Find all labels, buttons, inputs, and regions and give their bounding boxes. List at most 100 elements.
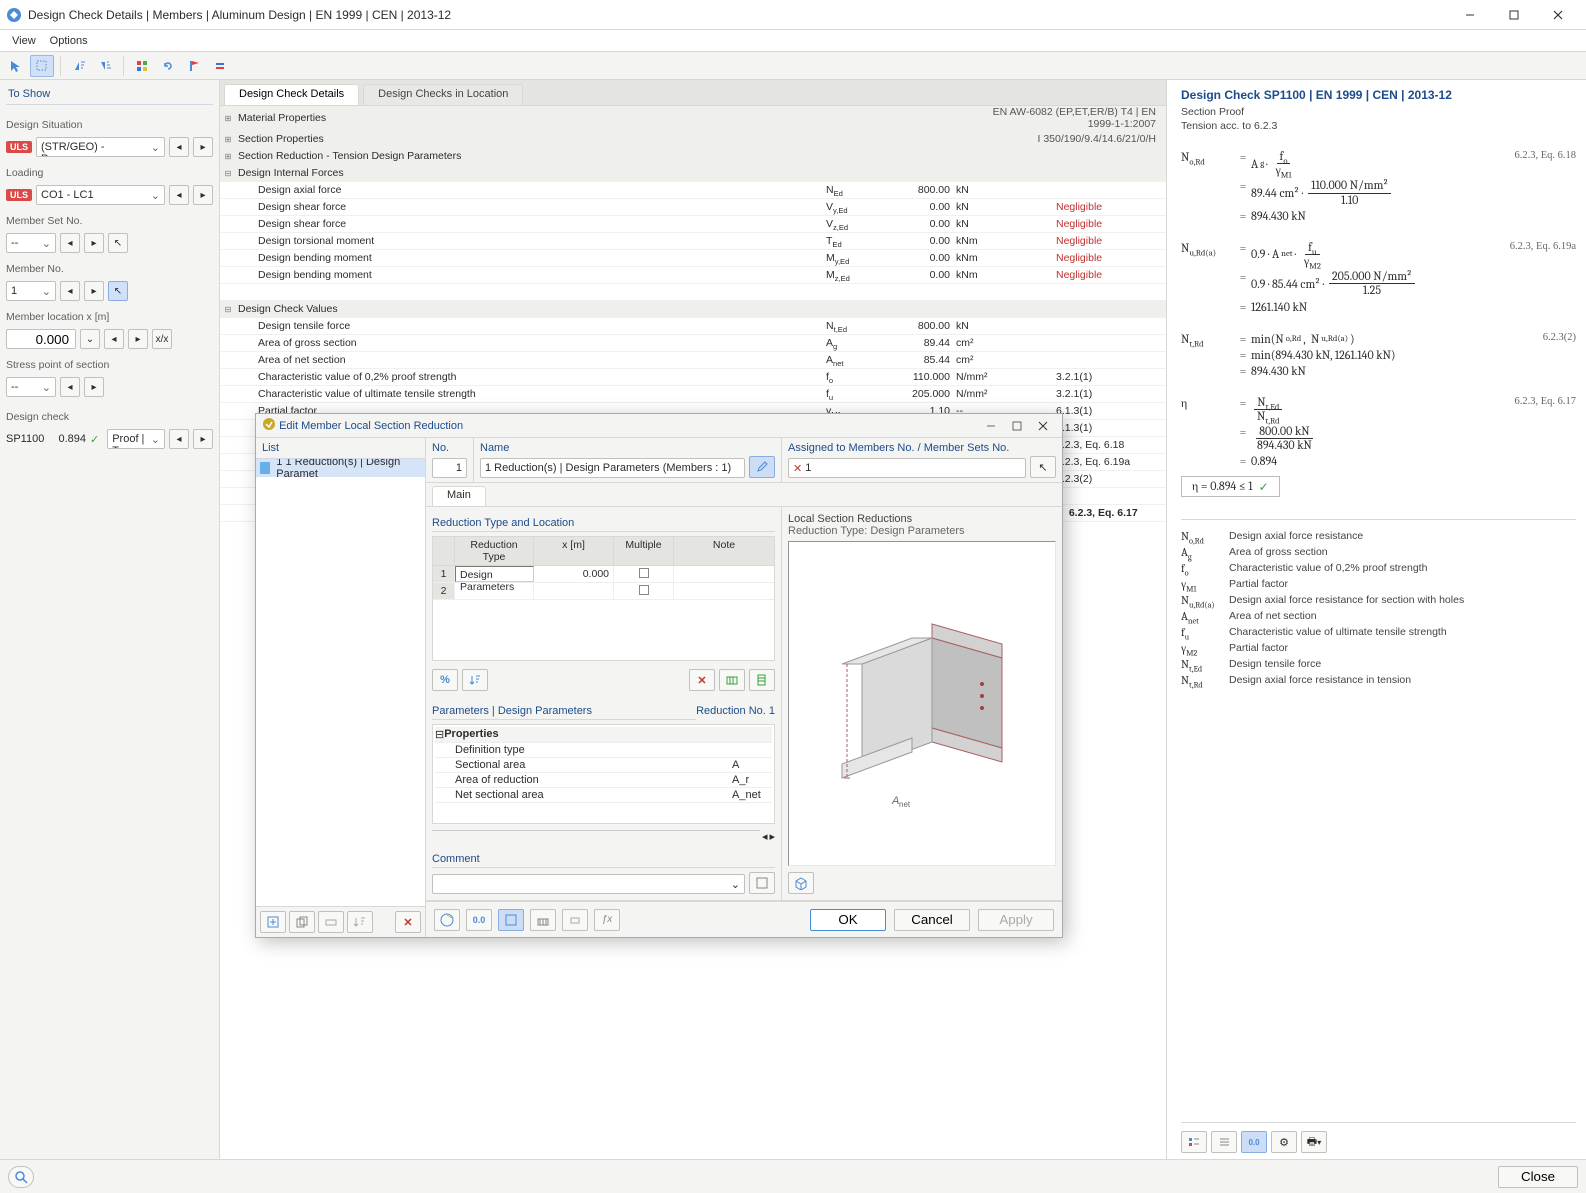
tab-design-check-details[interactable]: Design Check Details bbox=[224, 84, 359, 105]
tool-settings-icon[interactable] bbox=[208, 55, 232, 77]
prev-dc-button[interactable]: ◂ bbox=[169, 429, 189, 449]
rt-settings-button[interactable]: ⚙ bbox=[1271, 1131, 1297, 1153]
modal-maximize-button[interactable] bbox=[1004, 416, 1030, 436]
prev-loading-button[interactable]: ◂ bbox=[169, 185, 189, 205]
member-set-combo[interactable]: -- ⌄ bbox=[6, 233, 56, 253]
help-button[interactable] bbox=[434, 909, 460, 931]
rt-legend-button[interactable] bbox=[1181, 1131, 1207, 1153]
edit-name-button[interactable] bbox=[749, 456, 775, 478]
next-ds-button[interactable]: ▸ bbox=[193, 137, 213, 157]
prev-loc-button[interactable]: ◂ bbox=[104, 329, 124, 349]
tool-sort-asc-icon[interactable] bbox=[67, 55, 91, 77]
param-row[interactable]: Area of reductionA_r bbox=[435, 773, 772, 788]
comment-edit-button[interactable] bbox=[749, 872, 775, 894]
close-button[interactable] bbox=[1536, 0, 1580, 30]
checkbox-icon[interactable] bbox=[639, 568, 649, 578]
scroll-left-icon[interactable]: ◂ bbox=[762, 830, 768, 843]
no-field[interactable]: 1 bbox=[432, 458, 467, 478]
collapse-icon[interactable]: ⊟ bbox=[220, 169, 236, 178]
help-search-button[interactable] bbox=[8, 1166, 34, 1188]
modal-tab-main[interactable]: Main bbox=[432, 486, 486, 506]
order-item-button[interactable] bbox=[347, 911, 373, 933]
loc-marker-button[interactable]: x/x bbox=[152, 329, 172, 349]
units-button[interactable]: 0.0 bbox=[466, 909, 492, 931]
delete-item-button[interactable]: ✕ bbox=[395, 911, 421, 933]
collapse-icon[interactable]: ⊟ bbox=[435, 728, 444, 741]
grid-row[interactable]: 1 Design Parameters 0.000 bbox=[433, 566, 774, 583]
maximize-button[interactable] bbox=[1492, 0, 1536, 30]
copy-item-button[interactable] bbox=[289, 911, 315, 933]
remove-row-button[interactable]: ✕ bbox=[689, 669, 715, 691]
next-mset-button[interactable]: ▸ bbox=[84, 233, 104, 253]
menu-view[interactable]: View bbox=[12, 35, 36, 47]
param-row[interactable]: Net sectional areaA_net bbox=[435, 788, 772, 803]
param-row[interactable]: Definition type bbox=[435, 743, 772, 758]
new-item-button[interactable] bbox=[260, 911, 286, 933]
add-row-button[interactable] bbox=[719, 669, 745, 691]
expand-icon[interactable]: ⊞ bbox=[220, 114, 236, 123]
close-main-button[interactable]: Close bbox=[1498, 1166, 1578, 1188]
loading-combo[interactable]: CO1 - LC1⌄ bbox=[36, 185, 165, 205]
view-3d-button[interactable] bbox=[788, 872, 814, 894]
next-loc-button[interactable]: ▸ bbox=[128, 329, 148, 349]
name-field[interactable]: 1 Reduction(s) | Design Parameters (Memb… bbox=[480, 458, 745, 478]
cancel-button[interactable]: Cancel bbox=[894, 909, 970, 931]
prev-ds-button[interactable]: ◂ bbox=[169, 137, 189, 157]
tool-colors-icon[interactable] bbox=[130, 55, 154, 77]
sort-button[interactable] bbox=[462, 669, 488, 691]
pick-mset-button[interactable]: ↖ bbox=[108, 233, 128, 253]
script-button[interactable]: ƒx bbox=[594, 909, 620, 931]
next-dc-button[interactable]: ▸ bbox=[193, 429, 213, 449]
ok-button[interactable]: OK bbox=[810, 909, 886, 931]
checkbox-icon[interactable] bbox=[639, 585, 649, 595]
minimize-button[interactable] bbox=[1448, 0, 1492, 30]
dc-proof-combo[interactable]: Section Proof | T...⌄ bbox=[107, 429, 165, 449]
next-sp-button[interactable]: ▸ bbox=[84, 377, 104, 397]
stress-point-combo[interactable]: -- ⌄ bbox=[6, 377, 56, 397]
member-no-combo[interactable]: 1 ⌄ bbox=[6, 281, 56, 301]
next-member-button[interactable]: ▸ bbox=[84, 281, 104, 301]
tool-flag-icon[interactable] bbox=[182, 55, 206, 77]
group-design-internal-forces[interactable]: ⊟ Design Internal Forces bbox=[220, 165, 1166, 182]
group-design-check-values[interactable]: ⊟ Design Check Values bbox=[220, 301, 1166, 318]
assigned-field[interactable]: ✕ 1 bbox=[788, 458, 1026, 478]
expand-icon[interactable]: ⊞ bbox=[220, 152, 236, 161]
collapse-icon[interactable]: ⊟ bbox=[220, 305, 236, 314]
tool-arrow-icon[interactable] bbox=[4, 55, 28, 77]
next-loading-button[interactable]: ▸ bbox=[193, 185, 213, 205]
menu-options[interactable]: Options bbox=[50, 35, 88, 47]
list-item[interactable]: 1 1 Reduction(s) | Design Paramet bbox=[256, 459, 425, 477]
group-material-properties[interactable]: ⊞ Material Properties EN AW-6082 (EP,ET,… bbox=[220, 106, 1166, 131]
modal-close-button[interactable] bbox=[1030, 416, 1056, 436]
scroll-right-icon[interactable]: ▸ bbox=[769, 830, 775, 843]
tool-select-icon[interactable] bbox=[30, 55, 54, 77]
rename-item-button[interactable] bbox=[318, 911, 344, 933]
prev-sp-button[interactable]: ◂ bbox=[60, 377, 80, 397]
spinner-up-down[interactable]: ⌄ bbox=[80, 329, 100, 349]
apply-button[interactable]: Apply bbox=[978, 909, 1054, 931]
prev-member-button[interactable]: ◂ bbox=[60, 281, 80, 301]
grid-row[interactable]: 2 bbox=[433, 583, 774, 600]
modal-minimize-button[interactable] bbox=[978, 416, 1004, 436]
add-col-button[interactable] bbox=[749, 669, 775, 691]
func-button[interactable] bbox=[562, 909, 588, 931]
rt-list-button[interactable] bbox=[1211, 1131, 1237, 1153]
rt-print-button[interactable]: 🖶▾ bbox=[1301, 1131, 1327, 1153]
group-section-properties[interactable]: ⊞ Section Properties I 350/190/9.4/14.6/… bbox=[220, 131, 1166, 148]
grid-mode-button[interactable] bbox=[498, 909, 524, 931]
reduction-grid[interactable]: Reduction Type x [m] Multiple Note 1 Des… bbox=[432, 536, 775, 661]
comment-field[interactable]: ⌄ bbox=[432, 874, 745, 894]
prev-mset-button[interactable]: ◂ bbox=[60, 233, 80, 253]
expand-icon[interactable]: ⊞ bbox=[220, 135, 236, 144]
pick-members-button[interactable]: ↖ bbox=[1030, 456, 1056, 478]
tab-design-checks-in-location[interactable]: Design Checks in Location bbox=[363, 84, 523, 105]
design-situation-combo[interactable]: DS1 - ULS (STR/GEO) - Perman...⌄ bbox=[36, 137, 165, 157]
rt-units-toggle[interactable]: 0.0 bbox=[1241, 1131, 1267, 1153]
member-loc-input[interactable] bbox=[6, 329, 76, 349]
hatch-button[interactable] bbox=[530, 909, 556, 931]
percent-button[interactable]: % bbox=[432, 669, 458, 691]
pick-member-button[interactable]: ↖ bbox=[108, 281, 128, 301]
tool-refresh-icon[interactable] bbox=[156, 55, 180, 77]
tool-sort-desc-icon[interactable] bbox=[93, 55, 117, 77]
group-section-reduction[interactable]: ⊞ Section Reduction - Tension Design Par… bbox=[220, 148, 1166, 165]
